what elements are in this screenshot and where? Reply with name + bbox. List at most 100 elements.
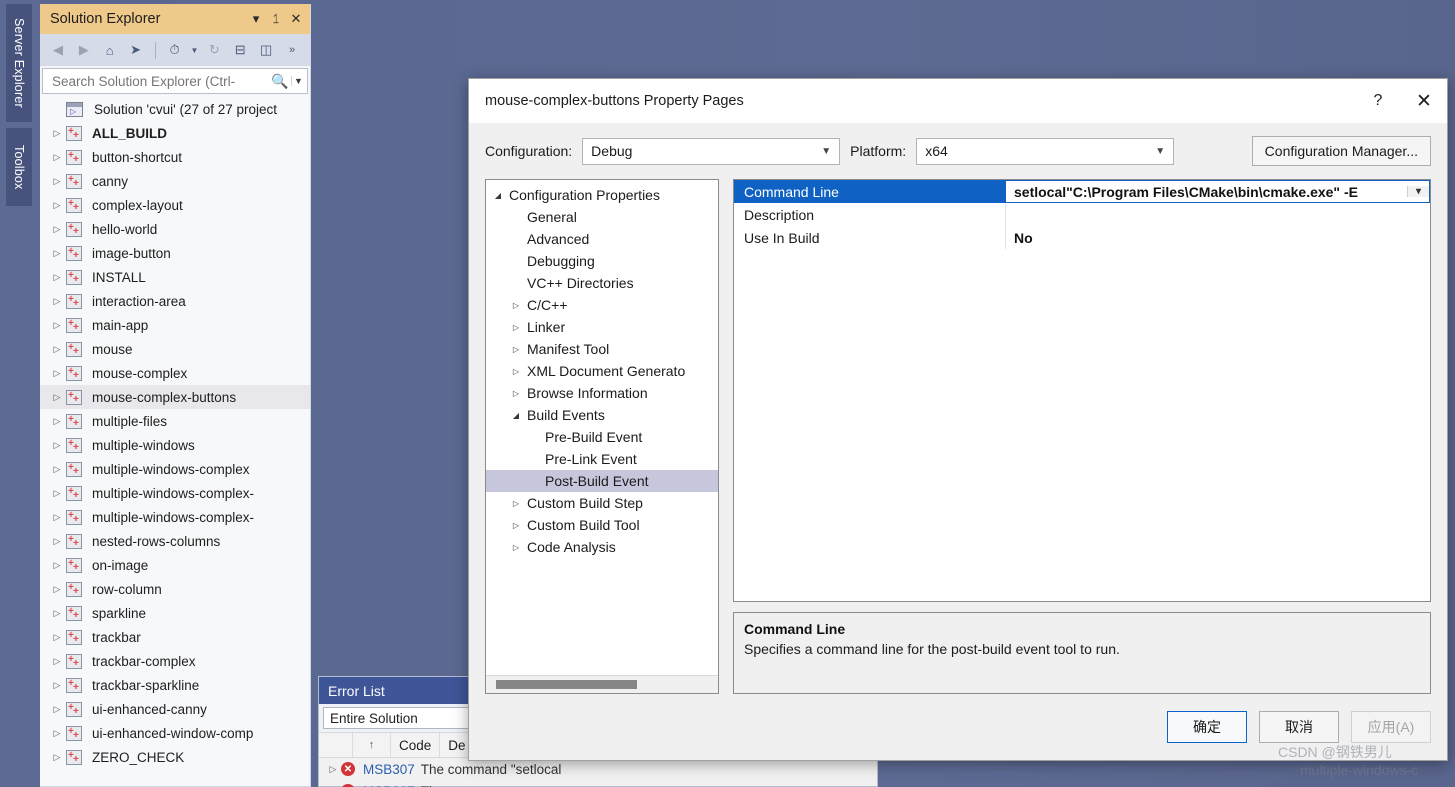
chevron-down-icon[interactable]: ◢ bbox=[490, 191, 506, 200]
configuration-tree-item[interactable]: ▷ Custom Build Step bbox=[486, 492, 718, 514]
solution-project-item[interactable]: ▷ ui-enhanced-window-comp bbox=[40, 721, 310, 745]
chevron-right-icon[interactable]: ▷ bbox=[48, 680, 66, 691]
configuration-tree-hscrollbar[interactable] bbox=[486, 675, 718, 693]
solution-project-item[interactable]: ▷ ALL_BUILD bbox=[40, 121, 310, 145]
solution-project-item[interactable]: ▷ multiple-files bbox=[40, 409, 310, 433]
ok-button[interactable]: 确定 bbox=[1167, 711, 1247, 743]
chevron-right-icon[interactable]: ▷ bbox=[48, 416, 66, 427]
solution-project-item[interactable]: ▷ hello-world bbox=[40, 217, 310, 241]
dock-tab-server-explorer[interactable]: Server Explorer bbox=[6, 4, 32, 122]
solution-project-item[interactable]: ▷ main-app bbox=[40, 313, 310, 337]
collapse-all-icon[interactable]: ⊟ bbox=[228, 38, 252, 62]
property-grid-row[interactable]: Description bbox=[734, 203, 1430, 226]
close-icon[interactable]: ✕ bbox=[1401, 79, 1447, 123]
chevron-right-icon[interactable]: ▷ bbox=[48, 344, 66, 355]
chevron-right-icon[interactable]: ▷ bbox=[48, 536, 66, 547]
pin-icon[interactable]: ⥠ bbox=[266, 8, 286, 30]
configuration-tree-item[interactable]: ◢ Configuration Properties bbox=[486, 184, 718, 206]
chevron-right-icon[interactable]: ▷ bbox=[508, 389, 524, 398]
configuration-manager-button[interactable]: Configuration Manager... bbox=[1251, 136, 1431, 166]
chevron-right-icon[interactable]: ▷ bbox=[48, 704, 66, 715]
chevron-right-icon[interactable]: ▷ bbox=[48, 392, 66, 403]
chevron-right-icon[interactable]: ▷ bbox=[325, 764, 341, 775]
forward-icon[interactable]: ▶ bbox=[72, 38, 96, 62]
chevron-right-icon[interactable]: ▷ bbox=[508, 301, 524, 310]
filter-dropdown-icon[interactable]: ▼ bbox=[188, 38, 200, 62]
sync-with-active-document-icon[interactable]: ➤ bbox=[124, 38, 148, 62]
home-icon[interactable]: ⌂ bbox=[98, 38, 122, 62]
solution-root-item[interactable]: Solution 'cvui' (27 of 27 project bbox=[40, 97, 310, 121]
solution-project-item[interactable]: ▷ INSTALL bbox=[40, 265, 310, 289]
search-input[interactable] bbox=[50, 72, 269, 90]
solution-project-item[interactable]: ▷ ZERO_CHECK bbox=[40, 745, 310, 769]
solution-project-item[interactable]: ▷ multiple-windows bbox=[40, 433, 310, 457]
toolbar-overflow-icon[interactable]: » bbox=[280, 38, 304, 62]
back-icon[interactable]: ◀ bbox=[46, 38, 70, 62]
chevron-right-icon[interactable]: ▷ bbox=[48, 296, 66, 307]
configuration-tree-item[interactable]: ▷ Manifest Tool bbox=[486, 338, 718, 360]
solution-explorer-search[interactable]: 🔍 ▼ bbox=[42, 68, 308, 94]
solution-project-item[interactable]: ▷ button-shortcut bbox=[40, 145, 310, 169]
solution-project-item[interactable]: ▷ trackbar bbox=[40, 625, 310, 649]
chevron-right-icon[interactable]: ▷ bbox=[48, 584, 66, 595]
chevron-right-icon[interactable]: ▷ bbox=[48, 752, 66, 763]
error-list-column-sort-icon[interactable]: ↑ bbox=[353, 733, 391, 757]
chevron-right-icon[interactable]: ▷ bbox=[48, 368, 66, 379]
chevron-right-icon[interactable]: ▷ bbox=[48, 320, 66, 331]
show-all-files-icon[interactable]: ◫ bbox=[254, 38, 278, 62]
property-grid-row[interactable]: Use In Build No bbox=[734, 226, 1430, 249]
solution-project-item[interactable]: ▷ interaction-area bbox=[40, 289, 310, 313]
solution-project-item[interactable]: ▷ multiple-windows-complex- bbox=[40, 481, 310, 505]
configuration-tree[interactable]: ◢ Configuration Properties General Advanced… bbox=[486, 180, 718, 675]
cancel-button[interactable]: 取消 bbox=[1259, 711, 1339, 743]
configuration-tree-item[interactable]: General bbox=[486, 206, 718, 228]
solution-project-item[interactable]: ▷ multiple-windows-complex bbox=[40, 457, 310, 481]
chevron-right-icon[interactable]: ▷ bbox=[508, 367, 524, 376]
solution-project-item[interactable]: ▷ row-column bbox=[40, 577, 310, 601]
solution-project-item[interactable]: ▷ on-image bbox=[40, 553, 310, 577]
configuration-tree-item[interactable]: Post-Build Event bbox=[486, 470, 718, 492]
solution-project-item[interactable]: ▷ trackbar-complex bbox=[40, 649, 310, 673]
scrollbar-thumb[interactable] bbox=[496, 680, 638, 689]
chevron-right-icon[interactable]: ▷ bbox=[48, 128, 66, 139]
chevron-right-icon[interactable]: ▷ bbox=[508, 499, 524, 508]
chevron-right-icon[interactable]: ▷ bbox=[48, 440, 66, 451]
chevron-right-icon[interactable]: ▷ bbox=[48, 272, 66, 283]
dock-tab-toolbox[interactable]: Toolbox bbox=[6, 128, 32, 206]
property-grid[interactable]: Command Line setlocal"C:\Program Files\CM… bbox=[733, 179, 1431, 602]
configuration-tree-item[interactable]: Pre-Link Event bbox=[486, 448, 718, 470]
chevron-right-icon[interactable]: ▷ bbox=[48, 464, 66, 475]
configuration-tree-item[interactable]: ▷ Browse Information bbox=[486, 382, 718, 404]
configuration-tree-item[interactable]: ▷ Custom Build Tool bbox=[486, 514, 718, 536]
property-value[interactable]: setlocal"C:\Program Files\CMake\bin\cmak… bbox=[1006, 180, 1430, 203]
configuration-tree-item[interactable]: ▷ C/C++ bbox=[486, 294, 718, 316]
error-list-rows[interactable]: ▷✕ MSB307 The command "setlocal▷✕ MSB307 Th bbox=[319, 758, 877, 787]
solution-project-item[interactable]: ▷ canny bbox=[40, 169, 310, 193]
chevron-right-icon[interactable]: ▷ bbox=[48, 632, 66, 643]
chevron-down-icon[interactable]: ▼ bbox=[291, 76, 305, 86]
help-icon[interactable]: ? bbox=[1355, 79, 1401, 123]
error-list-row[interactable]: ▷✕MSB307Th bbox=[319, 780, 877, 787]
chevron-right-icon[interactable]: ▷ bbox=[508, 543, 524, 552]
chevron-down-icon[interactable]: ◢ bbox=[508, 411, 524, 420]
chevron-right-icon[interactable]: ▷ bbox=[48, 608, 66, 619]
chevron-right-icon[interactable]: ▷ bbox=[48, 560, 66, 571]
solution-explorer-tree[interactable]: Solution 'cvui' (27 of 27 project ▷ ALL_BU… bbox=[40, 95, 310, 786]
chevron-right-icon[interactable]: ▷ bbox=[48, 656, 66, 667]
pending-changes-filter-icon[interactable]: ⏱ bbox=[163, 38, 187, 62]
configuration-tree-item[interactable]: VC++ Directories bbox=[486, 272, 718, 294]
chevron-right-icon[interactable]: ▷ bbox=[48, 488, 66, 499]
property-value[interactable]: No bbox=[1006, 226, 1430, 249]
property-grid-row[interactable]: Command Line setlocal"C:\Program Files\CM… bbox=[734, 180, 1430, 203]
error-list-column-expander[interactable] bbox=[319, 733, 353, 757]
solution-project-item[interactable]: ▷ trackbar-sparkline bbox=[40, 673, 310, 697]
solution-project-item[interactable]: ▷ multiple-windows-complex- bbox=[40, 505, 310, 529]
error-list-column-code[interactable]: Code bbox=[391, 733, 441, 757]
chevron-down-icon[interactable]: ▾ bbox=[246, 8, 266, 30]
solution-project-item[interactable]: ▷ mouse-complex-buttons bbox=[40, 385, 310, 409]
search-icon[interactable]: 🔍 bbox=[269, 73, 291, 90]
refresh-icon[interactable]: ↻ bbox=[202, 38, 226, 62]
solution-project-item[interactable]: ▷ mouse-complex bbox=[40, 361, 310, 385]
chevron-right-icon[interactable]: ▷ bbox=[48, 176, 66, 187]
chevron-right-icon[interactable]: ▷ bbox=[48, 224, 66, 235]
